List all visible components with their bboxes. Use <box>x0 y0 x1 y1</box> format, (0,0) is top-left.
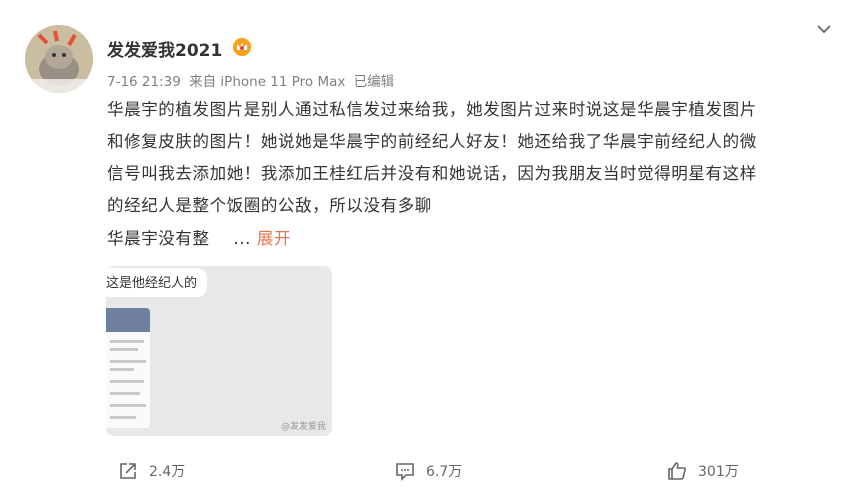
post-meta: 7-16 21:39 来自 iPhone 11 Pro Max 已编辑 <box>107 70 398 90</box>
post-line: 华晨宇的植发图片是别人通过私信发过来给我，她发图片过来时说这是华晨宇植发图片 <box>107 100 757 119</box>
truncated-text: 华晨宇没有整 <box>107 229 210 248</box>
truncated-line: 华晨宇没有整 ... 展开 <box>107 225 291 249</box>
comment-icon <box>396 463 414 481</box>
post-line: 和修复皮肤的图片！她说她是华晨宇的前经纪人好友！她还给我了华晨宇前经纪人的微 <box>107 132 757 151</box>
avatar[interactable] <box>25 25 93 93</box>
share-icon <box>120 463 136 479</box>
post-time[interactable]: 7-16 21:39 <box>107 74 181 90</box>
post-source: 来自 iPhone 11 Pro Max <box>189 74 346 90</box>
chevron-down-icon[interactable] <box>815 20 833 38</box>
share-count: 2.4万 <box>149 464 186 480</box>
image-watermark: @发发爱我 <box>280 422 326 432</box>
image-chat-bubble: 这是他经纪人的 <box>106 268 208 297</box>
post-line: 信号叫我去添加她！我添加王桂红后并没有和她说话，因为我朋友当时觉得明星有这样 <box>107 164 757 183</box>
ellipsis: ... <box>233 229 252 248</box>
post-line: 的经纪人是整个饭圈的公敌，所以没有多聊 <box>107 196 432 215</box>
expand-link[interactable]: 展开 <box>257 229 291 248</box>
like-icon <box>668 462 686 480</box>
image-phone-screenshot <box>106 308 150 428</box>
like-button[interactable]: 301万 <box>666 460 739 482</box>
like-count: 301万 <box>698 464 739 480</box>
crown-icon <box>233 38 251 56</box>
edited-label[interactable]: 已编辑 <box>354 74 395 90</box>
share-button[interactable]: 2.4万 <box>117 460 185 482</box>
post-image[interactable]: 这是他经纪人的 @发发爱我 <box>106 266 332 436</box>
post-body: 华晨宇的植发图片是别人通过私信发过来给我，她发图片过来时说这是华晨宇植发图片 和… <box>107 94 832 222</box>
comment-button[interactable]: 6.7万 <box>394 460 462 482</box>
avatar-image <box>25 25 93 93</box>
comment-count: 6.7万 <box>426 464 463 480</box>
username[interactable]: 发发爱我2021 <box>107 36 222 61</box>
